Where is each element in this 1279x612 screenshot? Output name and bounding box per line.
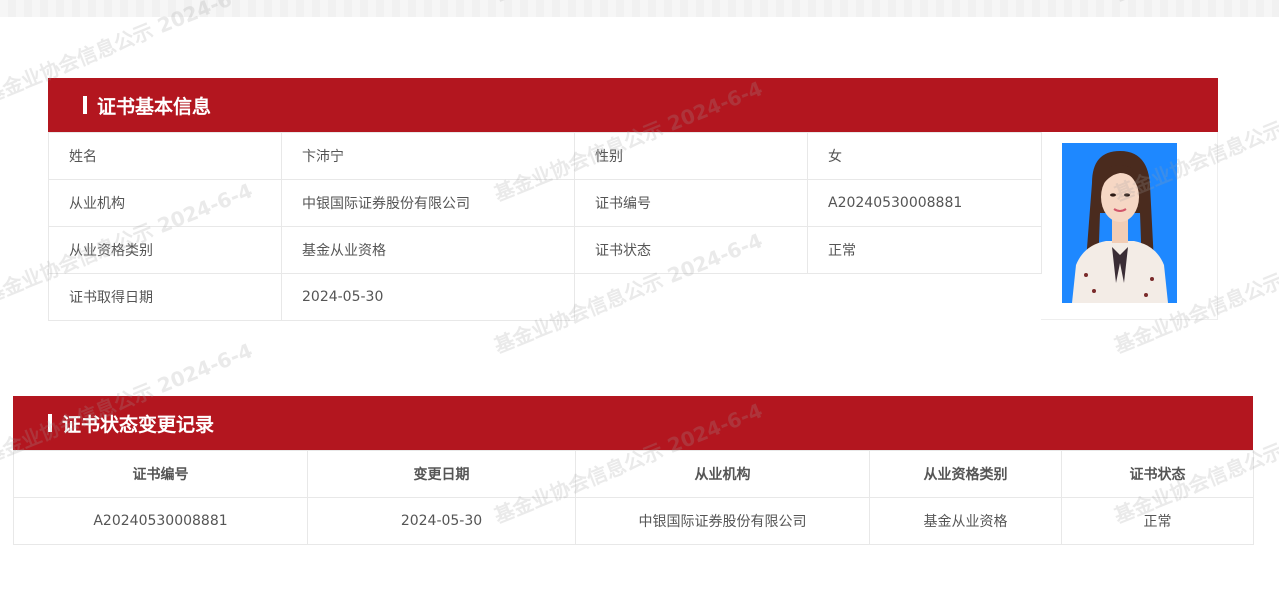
- cell-cert-number: A20240530008881: [13, 497, 308, 545]
- table-header-row: 证书编号 变更日期 从业机构 从业资格类别 证书状态: [13, 450, 1254, 498]
- top-strip: [0, 0, 1279, 17]
- certificate-info-table: 姓名 卞沛宁 性别 女 从业机构 中银国际证券股份有限公司 证书编号 A2024…: [48, 132, 1042, 321]
- header-bar-decoration: [83, 96, 87, 114]
- column-header: 从业机构: [575, 450, 870, 498]
- cell-status: 正常: [1061, 497, 1254, 545]
- photo-cell: [1041, 132, 1218, 320]
- cell-qualification: 基金从业资格: [869, 497, 1062, 545]
- column-header: 从业资格类别: [869, 450, 1062, 498]
- person-photo-icon: [1062, 143, 1177, 303]
- label-gender: 性别: [574, 132, 808, 180]
- change-records-header: 证书状态变更记录: [13, 396, 1253, 450]
- value-name: 卞沛宁: [281, 132, 575, 180]
- empty-cell: [574, 273, 1042, 321]
- label-cert-number: 证书编号: [574, 179, 808, 227]
- cell-change-date: 2024-05-30: [307, 497, 576, 545]
- info-row-qualification: 从业资格类别 基金从业资格 证书状态 正常: [48, 226, 1042, 274]
- column-header: 证书编号: [13, 450, 308, 498]
- info-row-institution: 从业机构 中银国际证券股份有限公司 证书编号 A20240530008881: [48, 179, 1042, 227]
- table-row: A20240530008881 2024-05-30 中银国际证券股份有限公司 …: [13, 497, 1254, 545]
- value-cert-status: 正常: [807, 226, 1042, 274]
- value-gender: 女: [807, 132, 1042, 180]
- label-obtain-date: 证书取得日期: [48, 273, 282, 321]
- label-name: 姓名: [48, 132, 282, 180]
- label-qualification: 从业资格类别: [48, 226, 282, 274]
- change-records-title: 证书状态变更记录: [62, 413, 215, 436]
- value-qualification: 基金从业资格: [281, 226, 575, 274]
- certificate-info-title: 证书基本信息: [97, 95, 212, 118]
- value-cert-number: A20240530008881: [807, 179, 1042, 227]
- label-cert-status: 证书状态: [574, 226, 808, 274]
- column-header: 变更日期: [307, 450, 576, 498]
- info-row-name: 姓名 卞沛宁 性别 女: [48, 132, 1042, 180]
- header-bar-decoration: [48, 414, 52, 432]
- column-header: 证书状态: [1061, 450, 1254, 498]
- label-institution: 从业机构: [48, 179, 282, 227]
- info-row-date: 证书取得日期 2024-05-30: [48, 273, 1042, 321]
- cell-institution: 中银国际证券股份有限公司: [575, 497, 870, 545]
- value-obtain-date: 2024-05-30: [281, 273, 575, 321]
- value-institution: 中银国际证券股份有限公司: [281, 179, 575, 227]
- certificate-info-header: 证书基本信息: [48, 78, 1218, 132]
- change-records-table: 证书编号 变更日期 从业机构 从业资格类别 证书状态 A202405300088…: [13, 450, 1254, 545]
